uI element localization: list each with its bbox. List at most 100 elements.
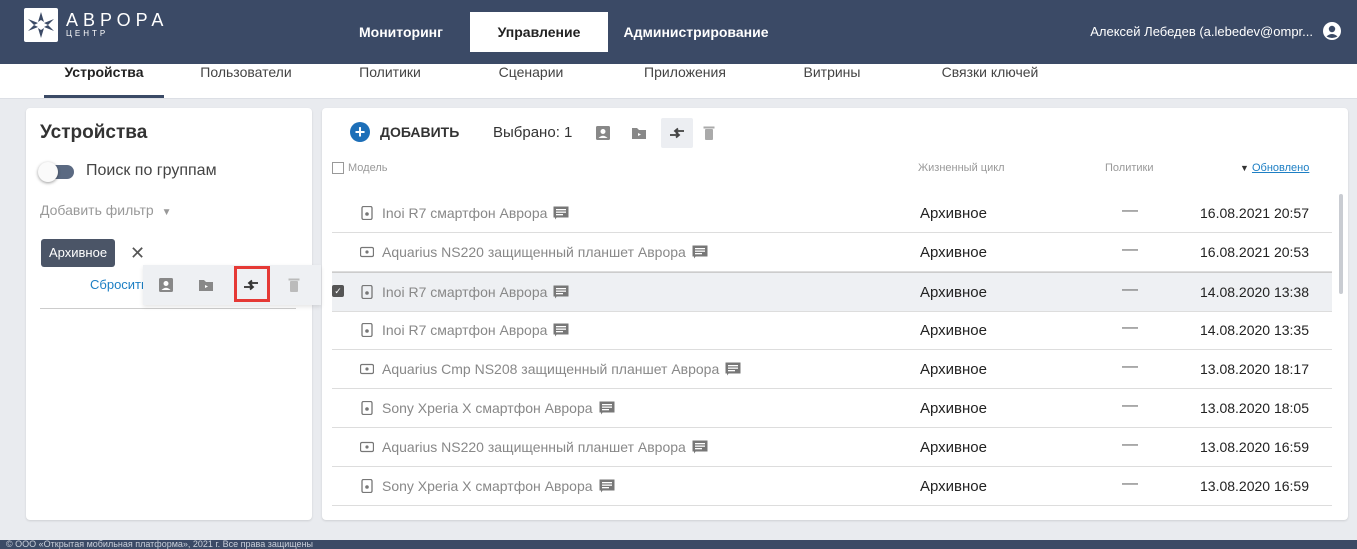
top-bar: АВРОРА ЦЕНТР Мониторинг Управление Админ… [0, 0, 1357, 64]
row-model-label: Inoi R7 смартфон Аврора [382, 205, 548, 221]
row-model: Inoi R7 смартфон Аврора [360, 322, 569, 338]
logo[interactable]: АВРОРА ЦЕНТР [24, 8, 168, 42]
tab-monitoring[interactable]: Мониторинг [332, 12, 470, 52]
row-policies: — [1122, 319, 1138, 336]
row-checkbox[interactable]: ✓ [332, 285, 344, 297]
row-model: Inoi R7 смартфон Аврора [360, 205, 569, 221]
comment-icon[interactable] [599, 401, 615, 415]
user-avatar-icon [1323, 22, 1341, 40]
table-row[interactable]: Sony Xperia X смартфон Аврора Архивное — 13… [332, 389, 1332, 428]
table-row[interactable]: Inoi R7 смартфон Аврора Архивное — 16.08.20… [332, 194, 1332, 233]
subnav-apps[interactable]: Приложения [625, 64, 745, 98]
plus-icon: + [350, 122, 370, 142]
row-lifecycle: Архивное [920, 284, 987, 301]
add-device-button[interactable]: + ДОБАВИТЬ [350, 122, 459, 142]
filter-chip: Архивное [41, 239, 116, 267]
row-policies: — [1122, 241, 1138, 258]
main-nav: Мониторинг Управление Администрирование [332, 12, 784, 64]
selected-count: Выбрано: 1 [493, 124, 573, 141]
column-updated[interactable]: ▼ Обновлено [1240, 162, 1309, 174]
row-model: Sony Xperia X смартфон Аврора [360, 478, 615, 494]
divider [40, 308, 296, 309]
subnav-keychains[interactable]: Связки ключей [920, 64, 1060, 98]
row-lifecycle: Архивное [920, 478, 987, 495]
phone-icon [361, 479, 373, 493]
delete-icon[interactable] [698, 122, 720, 144]
column-policies[interactable]: Политики [1105, 162, 1154, 174]
table-row[interactable]: Sony Xperia X смартфон Аврора Архивное — 13… [332, 467, 1332, 506]
row-updated: 13.08.2020 18:05 [1200, 400, 1309, 416]
subnav-policies[interactable]: Политики [330, 64, 450, 98]
table-row[interactable]: Aquarius NS220 защищенный планшет Аврора… [332, 428, 1332, 467]
brand-title: АВРОРА [66, 10, 169, 30]
row-updated: 16.08.2021 20:53 [1200, 244, 1309, 260]
tablet-icon [360, 363, 374, 375]
row-policies: — [1122, 397, 1138, 414]
row-updated: 13.08.2020 16:59 [1200, 439, 1309, 455]
row-updated: 13.08.2020 16:59 [1200, 478, 1309, 494]
comment-icon[interactable] [553, 323, 569, 337]
column-model[interactable]: Модель [348, 162, 387, 174]
row-lifecycle: Архивное [920, 400, 987, 417]
user-menu[interactable]: Алексей Лебедев (a.lebedev@ompr... [1090, 22, 1341, 40]
phone-icon [361, 323, 373, 337]
comment-icon[interactable] [599, 479, 615, 493]
select-all-checkbox[interactable] [332, 162, 344, 176]
row-policies: — [1122, 358, 1138, 375]
add-filter-dropdown[interactable]: Добавить фильтр ▼ [40, 202, 171, 218]
row-lifecycle: Архивное [920, 439, 987, 456]
row-lifecycle: Архивное [920, 244, 987, 261]
subnav-storefronts[interactable]: Витрины [772, 64, 892, 98]
row-model-label: Aquarius NS220 защищенный планшет Аврора [382, 439, 686, 455]
comment-icon[interactable] [692, 245, 708, 259]
row-lifecycle: Архивное [920, 322, 987, 339]
row-model-label: Inoi R7 смартфон Аврора [382, 322, 548, 338]
row-updated: 14.08.2020 13:35 [1200, 322, 1309, 338]
phone-icon [361, 401, 373, 415]
row-model: Aquarius NS220 защищенный планшет Аврора [360, 439, 708, 455]
subnav-users[interactable]: Пользователи [186, 64, 306, 98]
filter-panel: Устройства Поиск по группам Добавить фил… [26, 108, 312, 520]
row-model-label: Aquarius Cmp NS208 защищенный планшет Ав… [382, 361, 720, 377]
comment-icon[interactable] [725, 362, 741, 376]
group-search-toggle[interactable] [38, 162, 74, 182]
subnav-devices[interactable]: Устройства [44, 64, 164, 98]
delete-icon[interactable] [283, 274, 305, 296]
table-row[interactable]: Aquarius Cmp NS208 защищенный планшет Ав… [332, 350, 1332, 389]
scrollbar[interactable] [1339, 194, 1343, 294]
highlight-box [234, 266, 270, 302]
move-to-folder-icon[interactable] [195, 274, 217, 296]
row-model-label: Aquarius NS220 защищенный планшет Аврора [382, 244, 686, 260]
tab-management[interactable]: Управление [470, 12, 608, 52]
table-row[interactable]: Aquarius NS220 защищенный планшет Аврора… [332, 233, 1332, 272]
group-search-label: Поиск по группам [86, 162, 217, 179]
sort-desc-icon: ▼ [1240, 163, 1249, 173]
move-to-folder-icon[interactable] [628, 122, 650, 144]
table-header: Модель Жизненный цикл Политики ▼ Обновле… [330, 156, 1340, 184]
brand-subtitle: ЦЕНТР [66, 29, 109, 38]
tab-administration[interactable]: Администрирование [608, 12, 784, 52]
transfer-icon[interactable] [666, 122, 688, 144]
assign-user-icon[interactable] [155, 274, 177, 296]
add-button-label: ДОБАВИТЬ [380, 124, 460, 140]
row-lifecycle: Архивное [920, 205, 987, 222]
row-updated: 14.08.2020 13:38 [1200, 284, 1309, 300]
row-model: Sony Xperia X смартфон Аврора [360, 400, 615, 416]
comment-icon[interactable] [553, 206, 569, 220]
assign-user-icon[interactable] [592, 122, 614, 144]
caret-down-icon: ▼ [161, 207, 172, 218]
table-row[interactable]: Inoi R7 смартфон Аврора Архивное — 14.08.20… [332, 311, 1332, 350]
close-icon[interactable]: ✕ [130, 243, 145, 264]
aurora-logo-icon [24, 8, 58, 42]
table-row[interactable]: ✓ Inoi R7 смартфон Аврора Архивное — 14.08.2… [332, 272, 1332, 312]
reset-filters-link[interactable]: Сбросить [90, 277, 148, 292]
row-policies: — [1122, 436, 1138, 453]
devices-table-card: + ДОБАВИТЬ Выбрано: 1 Модель Жизненный ц… [322, 108, 1348, 520]
subnav-scenarios[interactable]: Сценарии [471, 64, 591, 98]
row-policies: — [1122, 202, 1138, 219]
comment-icon[interactable] [553, 285, 569, 299]
sub-nav: Устройства Пользователи Политики Сценари… [0, 64, 1357, 99]
column-lifecycle[interactable]: Жизненный цикл [918, 162, 1005, 174]
row-model-label: Sony Xperia X смартфон Аврора [382, 400, 593, 416]
comment-icon[interactable] [692, 440, 708, 454]
